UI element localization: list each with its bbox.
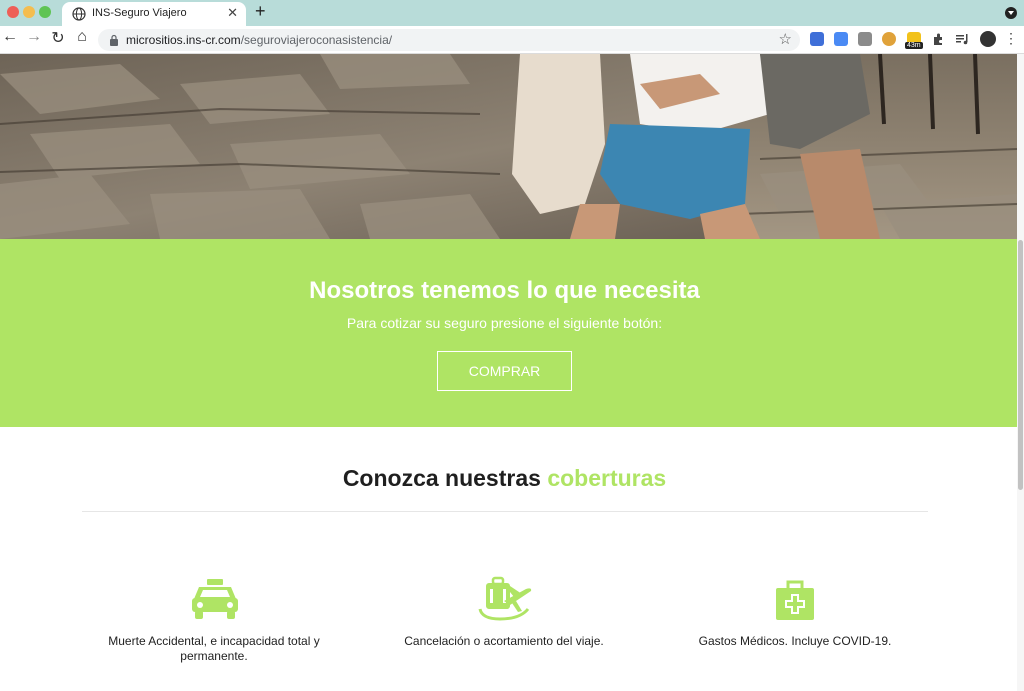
close-window-button[interactable]: [7, 6, 19, 18]
coverage-title: Conozca nuestras coberturas: [0, 465, 1009, 492]
url-path: /seguroviajeroconasistencia/: [240, 33, 393, 47]
url-text: micrositios.ins-cr.com/seguroviajerocona…: [126, 33, 392, 47]
media-control-icon[interactable]: [955, 32, 969, 46]
buy-button[interactable]: COMPRAR: [437, 351, 572, 391]
close-icon[interactable]: ✕: [227, 5, 238, 21]
home-icon[interactable]: ⌂: [72, 28, 92, 46]
back-icon[interactable]: ←: [0, 28, 20, 46]
maximize-window-button[interactable]: [39, 6, 51, 18]
avatar[interactable]: [980, 31, 996, 47]
menu-icon[interactable]: ⋮: [1004, 31, 1018, 45]
star-icon[interactable]: ☆: [779, 30, 792, 48]
quote-cta-section: Nosotros tenemos lo que necesita Para co…: [0, 239, 1017, 427]
forward-icon[interactable]: →: [24, 28, 44, 46]
browser-toolbar: ← → ↻ ⌂ micrositios.ins-cr.com/segurovia…: [0, 26, 1024, 54]
coverage-label: Gastos Médicos. Incluye COVID-19.: [698, 634, 892, 648]
globe-icon: [72, 7, 86, 21]
minimize-window-button[interactable]: [23, 6, 35, 18]
extension-icon[interactable]: [882, 32, 896, 46]
coverage-label: Cancelación o acortamiento del viaje.: [404, 634, 604, 648]
luggage-plane-icon: [478, 576, 532, 621]
page-viewport: Nosotros tenemos lo que necesita Para co…: [0, 54, 1017, 691]
scrollbar[interactable]: [1017, 54, 1024, 691]
hero-image: [0, 54, 1017, 239]
extension-icon[interactable]: [810, 32, 824, 46]
extensions-icon[interactable]: [931, 32, 945, 46]
medical-kit-icon: [776, 580, 814, 620]
extension-icon[interactable]: [858, 32, 872, 46]
lock-icon: [110, 34, 118, 46]
scrollbar-thumb[interactable]: [1018, 240, 1023, 490]
tab-search-icon[interactable]: [1005, 7, 1017, 19]
hero-photo: [0, 54, 1017, 239]
reload-icon[interactable]: ↻: [48, 28, 68, 48]
coverage-title-accent: coberturas: [547, 465, 667, 491]
url-host: micrositios.ins-cr.com: [126, 33, 241, 47]
browser-tab[interactable]: INS-Seguro Viajero ✕: [62, 2, 246, 26]
new-tab-icon[interactable]: +: [255, 1, 266, 22]
tab-title: INS-Seguro Viajero: [92, 7, 187, 19]
cta-subtitle: Para cotizar su seguro presione el sigui…: [346, 315, 663, 331]
extension-badge: 43m: [905, 42, 923, 49]
taxi-icon: [192, 579, 238, 619]
translate-icon[interactable]: [834, 32, 848, 46]
cta-title: Nosotros tenemos lo que necesita: [309, 277, 700, 304]
coverage-label: Muerte Accidental, e incapacidad total y…: [108, 634, 320, 663]
coverage-title-prefix: Conozca nuestras: [342, 465, 541, 491]
section-divider: [82, 511, 928, 512]
address-bar[interactable]: micrositios.ins-cr.com/seguroviajerocona…: [98, 29, 800, 51]
browser-tab-bar: INS-Seguro Viajero ✕ +: [0, 0, 1024, 26]
